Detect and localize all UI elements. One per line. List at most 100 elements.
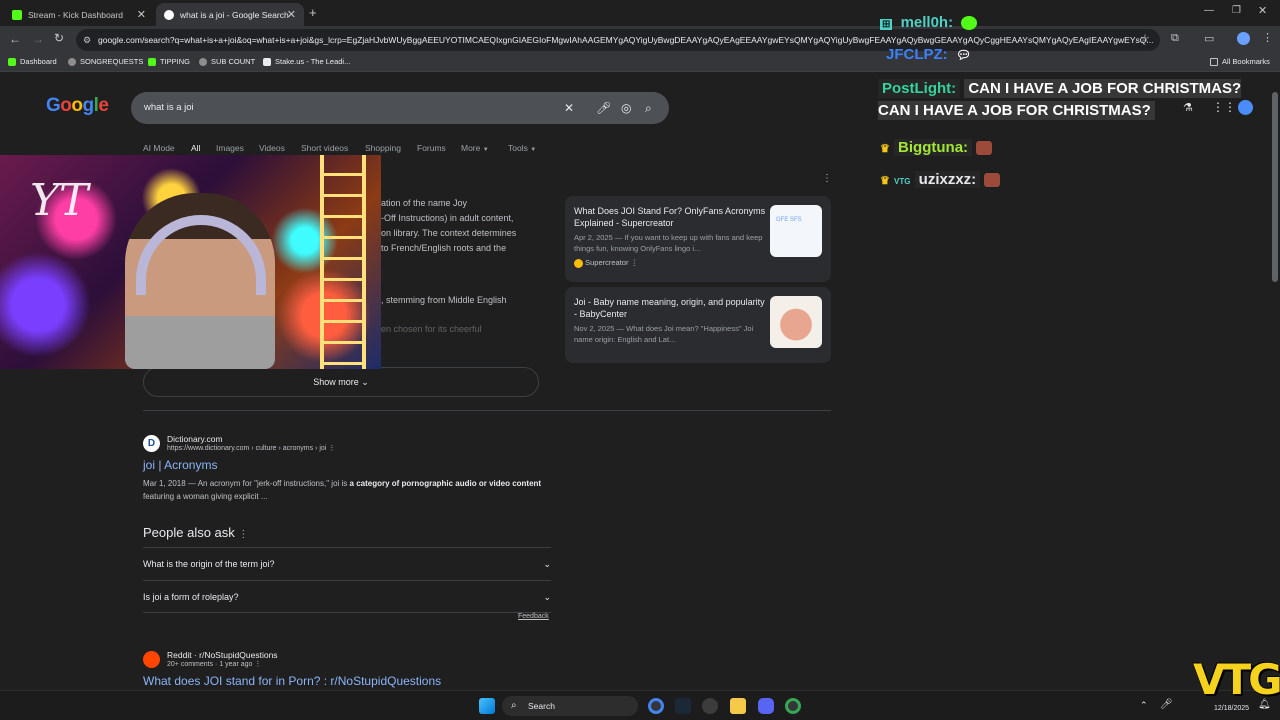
search-input[interactable]: what is a joi ✕ 🎤︎ ◎ ⌕ <box>131 92 669 124</box>
browser-toolbar: ← → ↻ ⚙ google.com/search?q=what+is+a+jo… <box>0 26 1280 54</box>
file-explorer-icon[interactable] <box>730 698 746 714</box>
maximize-icon[interactable]: ❐ <box>1232 5 1241 16</box>
chat-message: JFCLPZ: 💬︎ <box>882 44 971 66</box>
bookmark-stake[interactable]: Stake.us - The Leadi... <box>263 57 350 66</box>
reload-icon[interactable]: ↻ <box>54 31 64 45</box>
counter-icon <box>199 57 207 66</box>
scrollbar-thumb[interactable] <box>1272 92 1278 282</box>
tab-google-search[interactable]: what is a joi - Google Search ✕ <box>156 3 304 26</box>
tab-more[interactable]: More ▼ <box>461 143 489 153</box>
result-title-link[interactable]: joi | Acronyms <box>143 458 553 472</box>
menu-icon[interactable]: ⋮ <box>1262 31 1273 44</box>
paa-question[interactable]: Is joi a form of roleplay? ⌄ <box>143 580 551 613</box>
bookmark-star-icon[interactable]: ☆ <box>1140 32 1150 45</box>
bookmark-label: Dashboard <box>20 57 57 66</box>
divider <box>143 410 831 411</box>
more-options-icon[interactable]: ⋮ <box>328 445 335 452</box>
back-icon[interactable]: ← <box>9 32 21 46</box>
result-title-link[interactable]: What does JOI stand for in Porn? : r/NoS… <box>143 674 563 688</box>
tray-chevron-icon[interactable]: ⌃ <box>1140 700 1148 711</box>
paa-question[interactable]: What is the origin of the term joi? ⌄ <box>143 547 551 580</box>
tab-title: Stream - Kick Dashboard <box>28 9 123 20</box>
tab-short-videos[interactable]: Short videos <box>301 143 348 153</box>
tab-forums[interactable]: Forums <box>417 143 446 153</box>
chrome-icon[interactable] <box>648 698 664 714</box>
result-site: Reddit · r/NoStupidQuestions <box>167 650 278 660</box>
tab-images[interactable]: Images <box>216 143 244 153</box>
bookmark-tipping[interactable]: TIPPING <box>148 57 190 66</box>
close-icon[interactable]: ✕ <box>137 8 146 21</box>
tab-ai-mode[interactable]: AI Mode <box>143 143 175 153</box>
taskbar-search[interactable]: ⌕ Search <box>502 696 638 716</box>
side-panel-icon[interactable]: ▭ <box>1204 32 1214 45</box>
tab-tools[interactable]: Tools ▼ <box>508 143 536 153</box>
microphone-icon[interactable]: 🎤︎ <box>596 92 611 124</box>
card-title: Joi - Baby name meaning, origin, and pop… <box>574 297 765 319</box>
crown-icon: ♛ <box>880 175 890 187</box>
side-card-supercreator[interactable]: What Does JOI Stand For? OnlyFans Acrony… <box>565 196 831 282</box>
side-card-babycenter[interactable]: Joi - Baby name meaning, origin, and pop… <box>565 287 831 363</box>
start-button-icon[interactable] <box>479 698 495 714</box>
tab-kick-dashboard[interactable]: Stream - Kick Dashboard ✕ <box>4 3 154 26</box>
thumb-text: GFE SFS <box>776 217 802 223</box>
bookmark-dashboard[interactable]: Dashboard <box>8 57 57 66</box>
search-icon[interactable]: ⌕ <box>645 92 652 124</box>
lens-icon[interactable]: ◎ <box>621 92 631 124</box>
chat-message: ⊞ mell0h: <box>880 12 978 36</box>
bookmark-label: Stake.us - The Leadi... <box>275 57 351 66</box>
paa-question-text: Is joi a form of roleplay? <box>143 592 239 602</box>
extensions-icon[interactable]: ⧉ <box>1171 32 1179 45</box>
more-options-icon[interactable]: ⋮ <box>631 258 639 267</box>
app-icon[interactable] <box>702 698 718 714</box>
people-also-ask-heading: People also ask ⋮ <box>143 525 248 540</box>
clear-icon[interactable]: ✕ <box>564 92 574 124</box>
address-bar[interactable]: ⚙ google.com/search?q=what+is+a+joi&oq=w… <box>76 29 1160 51</box>
more-options-icon[interactable]: ⋮ <box>254 661 261 668</box>
close-icon[interactable]: ✕ <box>287 8 296 21</box>
reddit-icon <box>143 650 160 668</box>
result-url: https://www.dictionary.com › culture › a… <box>167 445 327 452</box>
card-snippet: Apr 2, 2025 — If you want to keep up wit… <box>574 233 763 253</box>
tab-shopping[interactable]: Shopping <box>365 143 401 153</box>
more-options-icon[interactable]: ⋮ <box>238 529 248 540</box>
forward-icon[interactable]: → <box>32 32 44 46</box>
tab-tools-label: Tools <box>508 143 528 153</box>
chrome-icon[interactable] <box>785 698 801 714</box>
more-options-icon[interactable]: ⋮ <box>822 173 832 184</box>
search-result-reddit: Reddit · r/NoStupidQuestions 20+ comment… <box>143 650 563 688</box>
card-title: What Does JOI Stand For? OnlyFans Acrony… <box>574 206 766 228</box>
profile-avatar[interactable] <box>1237 32 1250 45</box>
show-more-label: Show more <box>313 377 359 387</box>
chat-message: ♛ Biggtuna: <box>880 137 993 160</box>
search-query: what is a joi <box>144 102 194 113</box>
dictionary-icon: D <box>143 434 160 452</box>
tab-videos[interactable]: Videos <box>259 143 285 153</box>
result-site: Dictionary.com <box>167 434 223 444</box>
chat-message: PostLight: CAN I HAVE A JOB FOR CHRISTMA… <box>878 78 1258 122</box>
supercreator-icon <box>574 258 583 268</box>
card-source: Supercreator <box>585 258 629 267</box>
bookmark-sub-count[interactable]: SUB COUNT <box>199 57 255 66</box>
bookmark-songrequests[interactable]: SONGREQUESTS <box>68 57 143 66</box>
microphone-icon[interactable]: 🎤︎ <box>1160 699 1173 710</box>
site-info-icon[interactable]: ⚙ <box>83 29 91 51</box>
discord-icon[interactable] <box>758 698 774 714</box>
steam-icon[interactable] <box>675 698 691 714</box>
feedback-link[interactable]: Feedback <box>518 613 549 620</box>
chevron-down-icon: ⌄ <box>543 592 551 602</box>
emote-icon <box>961 16 978 31</box>
clock-date[interactable]: 12/18/2025 <box>1214 705 1249 712</box>
all-bookmarks-button[interactable]: All Bookmarks <box>1210 57 1270 66</box>
show-more-button[interactable]: Show more ⌄ <box>143 367 539 397</box>
chat-username: Biggtuna: <box>894 139 973 156</box>
snippet-text: — An acronym for "jerk-off instructions,… <box>185 479 350 488</box>
window-close-icon[interactable]: ✕ <box>1258 4 1267 17</box>
stake-icon <box>263 57 271 66</box>
overview-line: en chosen for its cheerful <box>381 324 482 334</box>
chat-username: JFCLPZ: <box>886 46 948 63</box>
overview-line: to French/English roots and the <box>381 243 507 253</box>
new-tab-button[interactable]: + <box>309 5 317 20</box>
snippet-text: featuring a woman giving explicit ... <box>143 492 268 501</box>
minimize-icon[interactable]: — <box>1204 5 1214 16</box>
google-logo[interactable]: Google <box>46 95 109 117</box>
